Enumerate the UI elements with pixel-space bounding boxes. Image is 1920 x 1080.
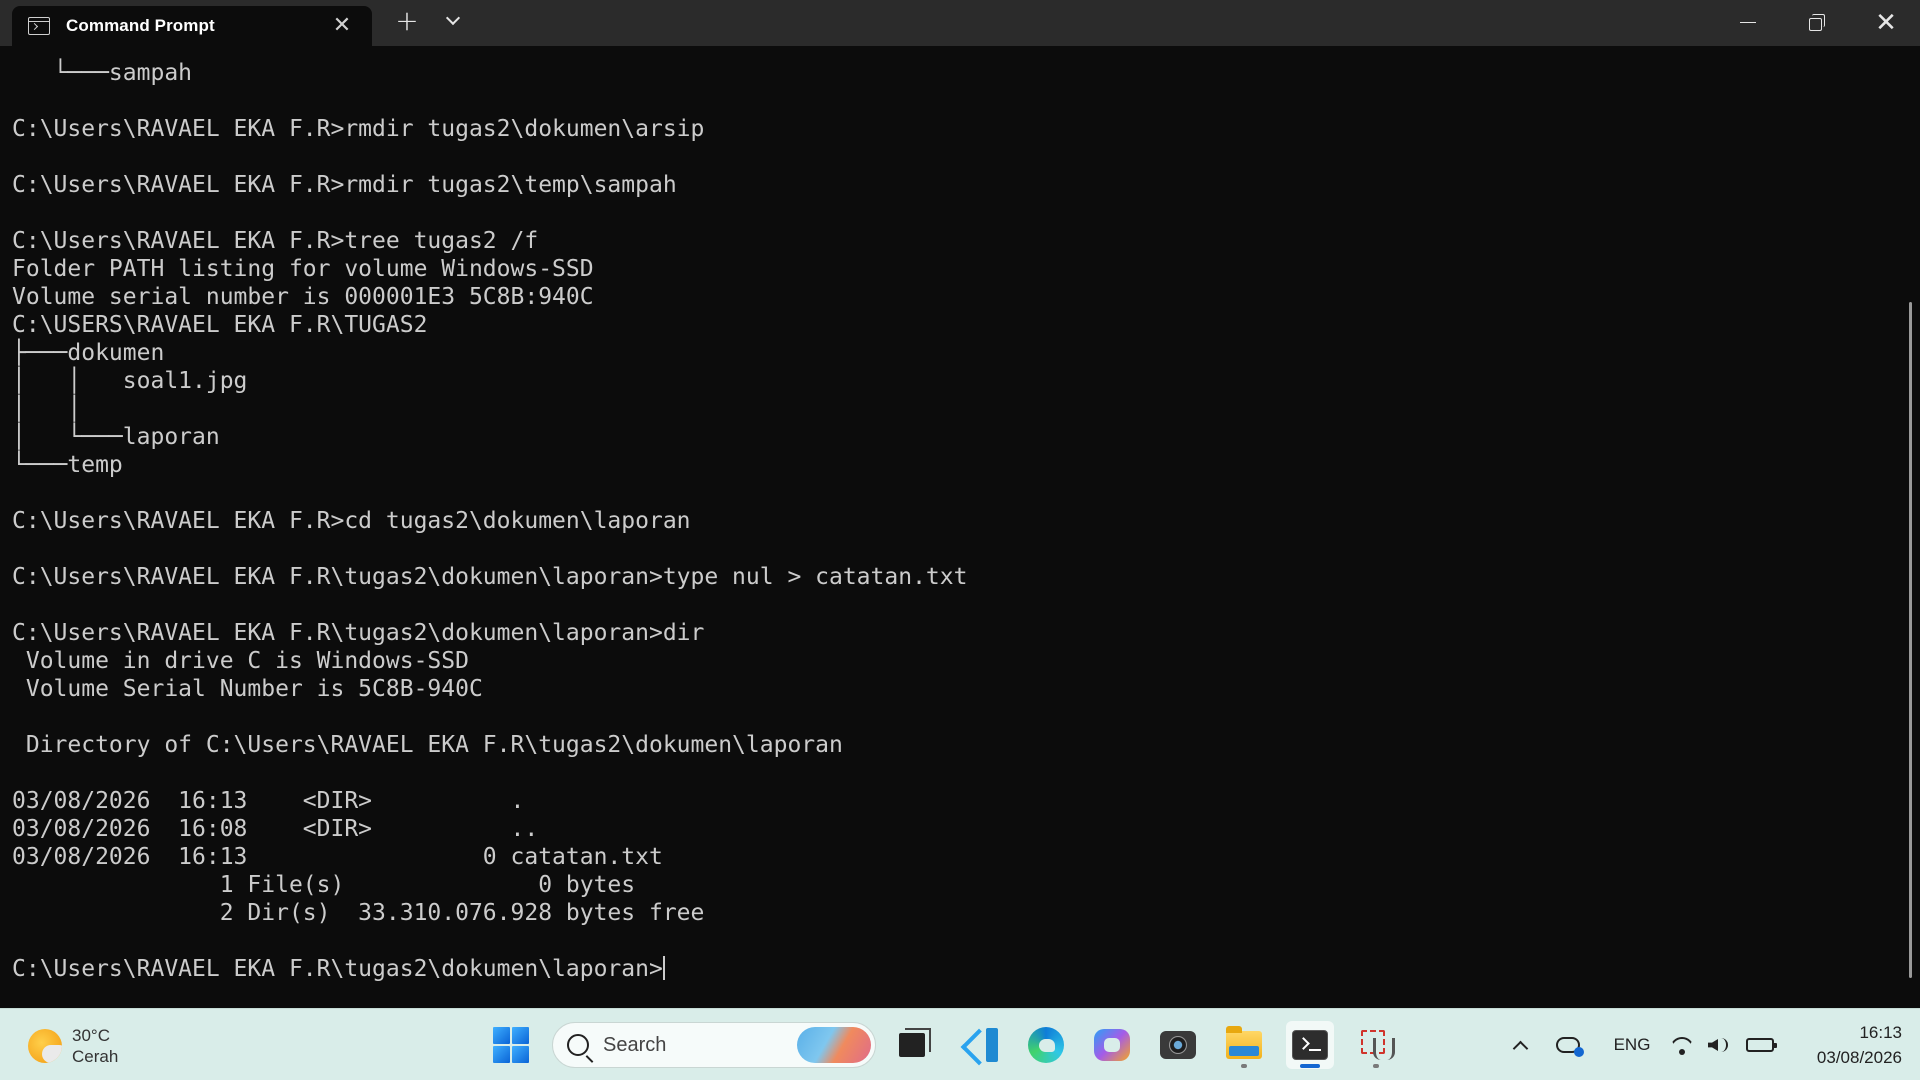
terminal-line: 1 File(s) 0 bytes xyxy=(12,872,636,898)
terminal-line: Directory of C:\Users\RAVAEL EKA F.R\tug… xyxy=(12,732,843,758)
input-language-button[interactable]: ENG xyxy=(1608,1022,1656,1068)
new-tab-button[interactable]: + xyxy=(392,6,422,36)
terminal-line: ├───dokumen xyxy=(12,340,165,366)
onedrive-tray-button[interactable] xyxy=(1552,1022,1584,1068)
terminal-line: C:\Users\RAVAEL EKA F.R>cd tugas2\dokume… xyxy=(12,508,691,534)
terminal-line: Folder PATH listing for volume Windows-S… xyxy=(12,256,594,282)
volume-button[interactable] xyxy=(1704,1022,1732,1068)
partly-sunny-icon xyxy=(28,1029,62,1063)
taskbar-clock[interactable]: 16:13 03/08/2026 xyxy=(1790,1020,1902,1070)
maximize-button[interactable] xyxy=(1788,0,1844,46)
clock-date: 03/08/2026 xyxy=(1816,1048,1902,1067)
task-view-button[interactable] xyxy=(888,1021,936,1069)
taskbar-search[interactable]: Search xyxy=(552,1022,876,1068)
battery-icon xyxy=(1746,1038,1777,1052)
chevron-down-icon xyxy=(445,10,461,26)
terminal-prompt-line[interactable]: C:\Users\RAVAEL EKA F.R\tugas2\dokumen\l… xyxy=(12,955,1892,983)
command-prompt-window: Command Prompt ✕ + ✕ └───sampah C:\Users\… xyxy=(0,0,1920,1008)
minimize-icon xyxy=(1740,22,1756,23)
close-window-button[interactable]: ✕ xyxy=(1856,0,1916,46)
running-indicator xyxy=(1373,1064,1379,1068)
minimize-button[interactable] xyxy=(1720,0,1776,46)
clock-time: 16:13 xyxy=(1859,1023,1902,1042)
vscode-icon xyxy=(964,1028,998,1062)
terminal-line: │ └───laporan xyxy=(12,424,220,450)
terminal-output[interactable]: └───sampah C:\Users\RAVAEL EKA F.R>rmdir … xyxy=(12,59,1892,999)
terminal-line: 03/08/2026 16:13 0 catatan.txt xyxy=(12,844,663,870)
show-hidden-icons-button[interactable] xyxy=(1508,1022,1532,1068)
terminal-line: Volume Serial Number is 5C8B-940C xyxy=(12,676,483,702)
weather-widget[interactable]: 30°C Cerah xyxy=(28,1025,118,1067)
copilot-button[interactable] xyxy=(1088,1021,1136,1069)
terminal-line: 03/08/2026 16:13 <DIR> . xyxy=(12,788,525,814)
task-view-icon xyxy=(899,1028,931,1057)
terminal-line: C:\Users\RAVAEL EKA F.R>rmdir tugas2\dok… xyxy=(12,116,705,142)
start-button[interactable] xyxy=(493,1027,529,1063)
terminal-line: Volume serial number is 000001E3 5C8B:94… xyxy=(12,284,594,310)
snipping-tool-icon xyxy=(1359,1028,1395,1062)
terminal-icon xyxy=(1292,1030,1328,1060)
terminal-line: │ │ soal1.jpg xyxy=(12,368,248,394)
terminal-line: C:\Users\RAVAEL EKA F.R>rmdir tugas2\tem… xyxy=(12,172,677,198)
wifi-icon xyxy=(1670,1033,1694,1057)
search-placeholder: Search xyxy=(603,1033,667,1056)
volume-icon xyxy=(1708,1039,1718,1051)
active-indicator xyxy=(1300,1064,1320,1068)
terminal-button[interactable] xyxy=(1286,1021,1334,1069)
windows-logo-icon xyxy=(493,1027,510,1044)
tab-dropdown-button[interactable] xyxy=(440,8,466,34)
terminal-line: C:\Users\RAVAEL EKA F.R\tugas2\dokumen\l… xyxy=(12,564,968,590)
file-explorer-button[interactable] xyxy=(1220,1021,1268,1069)
running-indicator xyxy=(1241,1064,1247,1068)
vscode-button[interactable] xyxy=(957,1021,1005,1069)
close-tab-button[interactable]: ✕ xyxy=(330,14,354,38)
edge-icon xyxy=(1028,1027,1064,1063)
terminal-line: C:\USERS\RAVAEL EKA F.R\TUGAS2 xyxy=(12,312,428,338)
terminal-tab-icon xyxy=(28,17,50,35)
terminal-prompt: C:\Users\RAVAEL EKA F.R\tugas2\dokumen\l… xyxy=(12,956,663,982)
tab-title: Command Prompt xyxy=(66,16,215,35)
cloud-icon xyxy=(1556,1037,1584,1057)
camera-button[interactable] xyxy=(1154,1021,1202,1069)
terminal-line: └───temp xyxy=(12,452,123,478)
chevron-up-icon xyxy=(1512,1040,1528,1056)
title-bar[interactable]: Command Prompt ✕ + ✕ xyxy=(0,0,1920,46)
restore-icon xyxy=(1809,14,1825,31)
terminal-line: └───sampah xyxy=(12,60,193,86)
camera-icon xyxy=(1160,1031,1196,1059)
tab-command-prompt[interactable]: Command Prompt ✕ xyxy=(12,6,372,46)
weather-temp: 30°C xyxy=(72,1026,110,1045)
file-explorer-icon xyxy=(1226,1026,1262,1059)
terminal-line: 03/08/2026 16:08 <DIR> .. xyxy=(12,816,539,842)
terminal-line: │ │ xyxy=(12,396,82,422)
terminal-line: C:\Users\RAVAEL EKA F.R\tugas2\dokumen\l… xyxy=(12,620,705,646)
terminal-scrollbar[interactable] xyxy=(1909,302,1912,978)
search-icon xyxy=(567,1034,589,1056)
edge-button[interactable] xyxy=(1022,1021,1070,1069)
terminal-line: 2 Dir(s) 33.310.076.928 bytes free xyxy=(12,900,705,926)
weather-condition: Cerah xyxy=(72,1047,119,1066)
text-cursor xyxy=(662,956,665,980)
battery-button[interactable] xyxy=(1742,1022,1778,1068)
snipping-tool-button[interactable] xyxy=(1352,1021,1400,1069)
copilot-icon xyxy=(1094,1029,1130,1061)
search-highlight-image xyxy=(797,1027,871,1063)
terminal-line: Volume in drive C is Windows-SSD xyxy=(12,648,469,674)
wifi-button[interactable] xyxy=(1668,1022,1696,1068)
terminal-line: C:\Users\RAVAEL EKA F.R>tree tugas2 /f xyxy=(12,228,539,254)
